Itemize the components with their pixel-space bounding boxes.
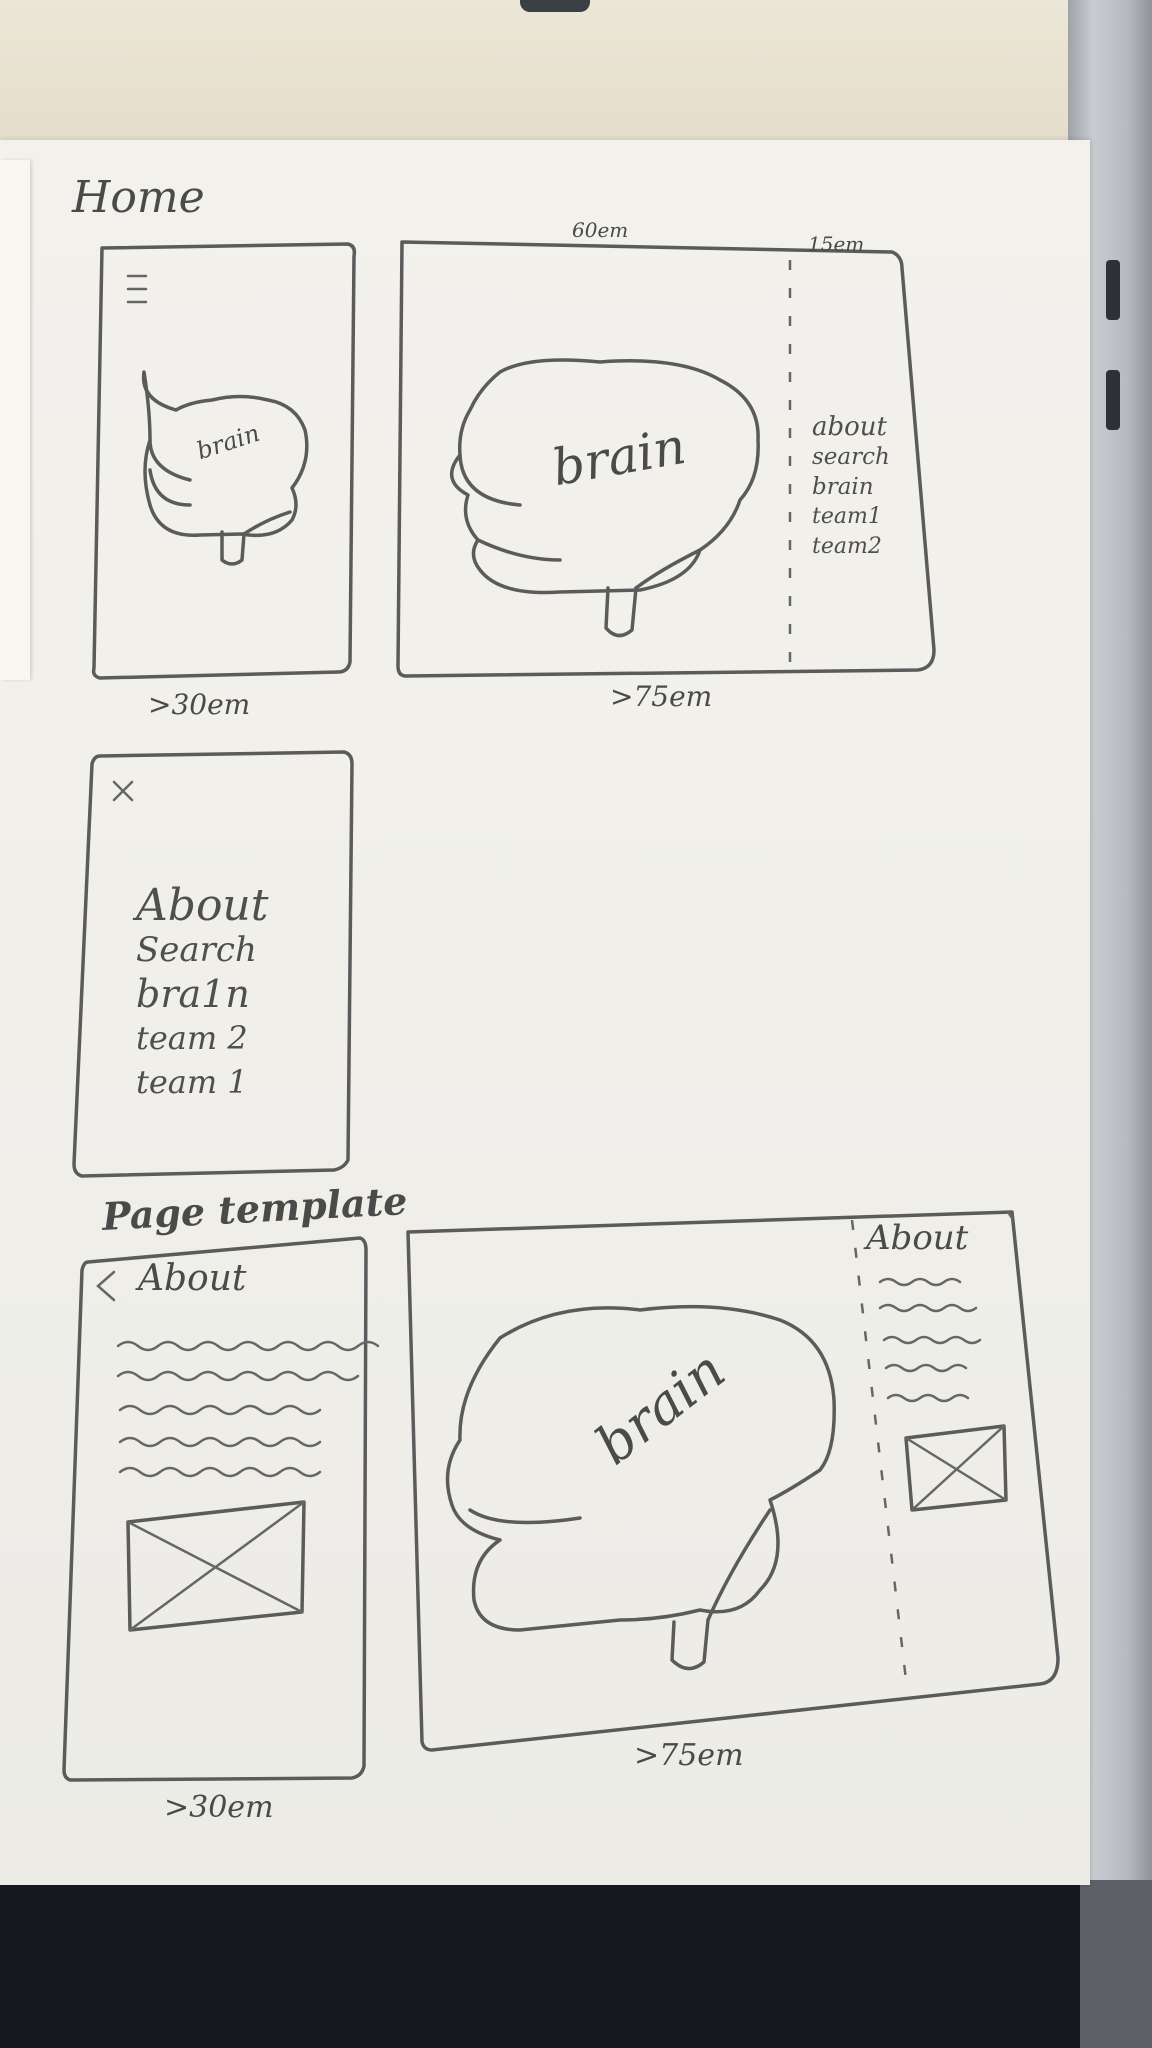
- brain-illustration-page: [445, 1304, 836, 1671]
- menu-item-team2[interactable]: team2: [812, 532, 890, 562]
- mobile-menu-item-search[interactable]: Search: [136, 928, 268, 972]
- menu-item-brain[interactable]: brain: [812, 472, 890, 502]
- close-icon: [112, 780, 134, 802]
- mobile-menu-item-team-2[interactable]: team 2: [136, 1016, 268, 1060]
- text-placeholder-lines: [116, 1340, 380, 1478]
- breakpoint-small-home: >30em: [148, 688, 251, 721]
- desktop-home-menu: about search brain team1 team2: [812, 412, 890, 562]
- dimension-60em: 60em: [572, 218, 629, 242]
- hamburger-icon: [126, 274, 148, 304]
- mobile-home-frame: [91, 242, 357, 680]
- image-placeholder-icon-small: [904, 1424, 1008, 1512]
- sidebar-text-lines: [878, 1277, 982, 1403]
- menu-item-search[interactable]: search: [812, 442, 890, 472]
- heading-home: Home: [72, 172, 205, 223]
- dimension-15em: 15em: [808, 232, 865, 256]
- mobile-menu-item-team-1[interactable]: team 1: [136, 1060, 268, 1104]
- mobile-menu-item-about[interactable]: About: [136, 884, 268, 928]
- brain-illustration-large: [450, 358, 760, 638]
- image-placeholder-icon: [126, 1500, 306, 1632]
- mobile-page-title: About: [138, 1258, 247, 1299]
- mobile-menu-list: About Search bra1n team 2 team 1: [136, 884, 268, 1104]
- desktop-page-frame: [406, 1210, 1060, 1752]
- breakpoint-small-page: >30em: [164, 1790, 274, 1825]
- breakpoint-large-home: >75em: [610, 680, 713, 713]
- mobile-menu-item-brain[interactable]: bra1n: [136, 972, 268, 1016]
- desktop-sidebar-title: About: [866, 1218, 969, 1258]
- mobile-page-frame: [62, 1236, 368, 1782]
- brain-illustration-small: [141, 370, 309, 566]
- breakpoint-large-page: >75em: [634, 1738, 744, 1773]
- menu-item-team1[interactable]: team1: [812, 502, 890, 532]
- chevron-left-icon: [96, 1270, 116, 1302]
- menu-item-about[interactable]: about: [812, 412, 890, 442]
